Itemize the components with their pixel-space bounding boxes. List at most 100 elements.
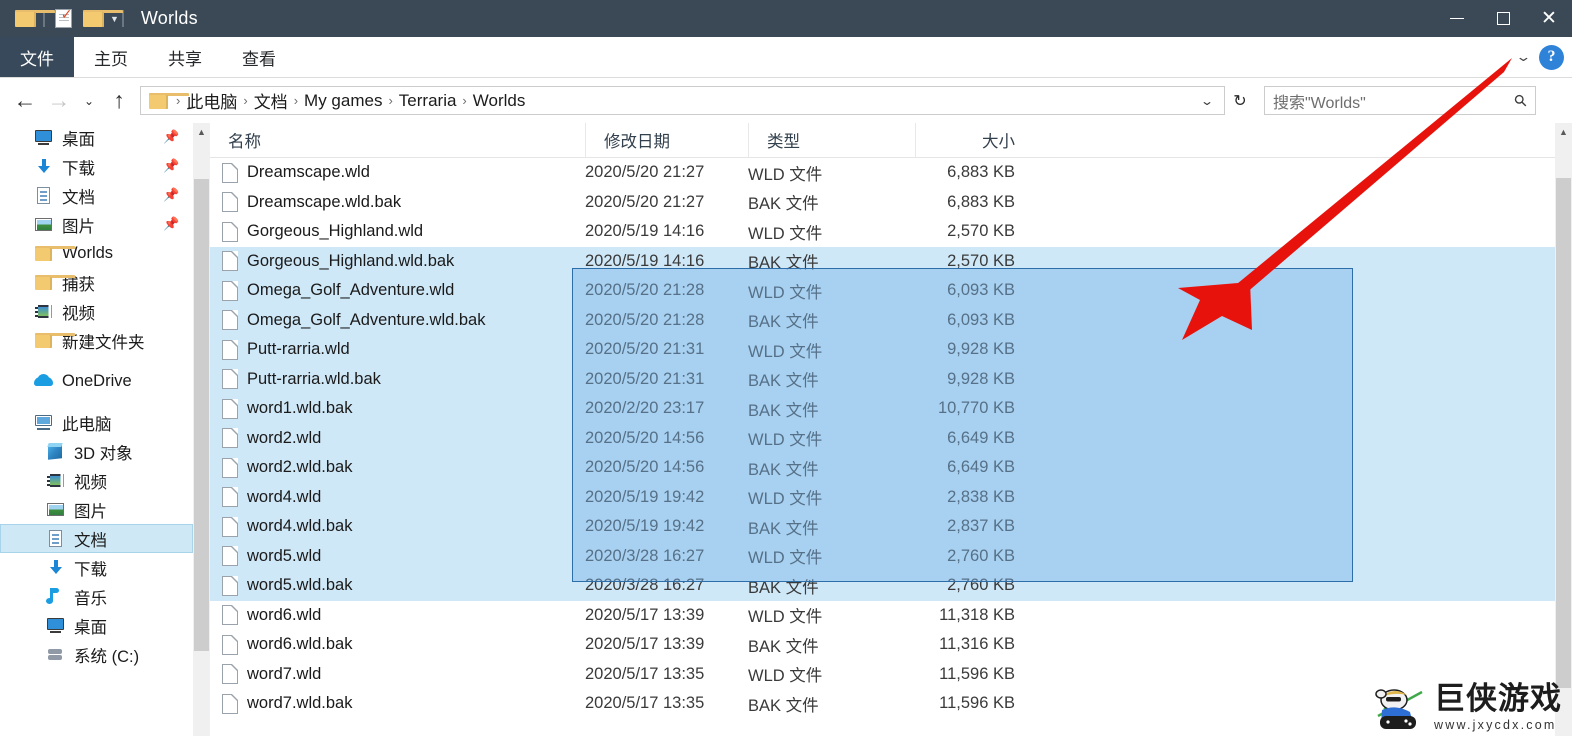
table-row[interactable]: word1.wld.bak 2020/2/20 23:17 BAK 文件 10,770… xyxy=(210,394,1555,424)
pin-icon[interactable]: 📌 xyxy=(163,159,179,173)
breadcrumb[interactable]: › 此电脑 › 文档 › My games › Terraria › World… xyxy=(140,86,1225,115)
file-explorer-window: ✓ ▼ Worlds ✕ 文件 主页 共享 查看 ⌄ ? ← → ⌄ ↑ › 此… xyxy=(0,0,1572,736)
tab-file[interactable]: 文件 xyxy=(0,37,74,77)
sidebar-item-downloads[interactable]: 下载 📌 xyxy=(0,152,193,181)
sidebar-item-videos-qa[interactable]: 视频 xyxy=(0,297,193,326)
sidebar-item-this-pc[interactable]: 此电脑 xyxy=(0,408,193,437)
file-type-cell: WLD 文件 xyxy=(748,608,823,627)
table-row[interactable]: word5.wld.bak 2020/3/28 16:27 BAK 文件 2,760 … xyxy=(210,571,1555,601)
table-row[interactable]: Gorgeous_Highland.wld 2020/5/19 14:16 WLD … xyxy=(210,217,1555,247)
breadcrumb-item-my-games[interactable]: My games xyxy=(300,91,386,111)
tab-share[interactable]: 共享 xyxy=(148,37,222,77)
sidebar-item-onedrive[interactable]: OneDrive xyxy=(0,367,193,396)
breadcrumb-separator-2[interactable]: › xyxy=(292,93,300,108)
breadcrumb-separator-4[interactable]: › xyxy=(460,93,468,108)
file-name-cell: Gorgeous_Highland.wld xyxy=(210,221,585,242)
sidebar-item-videos[interactable]: 视频 xyxy=(0,466,193,495)
chevron-up-icon-sidebar-scroll[interactable]: ▲ xyxy=(193,123,210,140)
maximize-button[interactable] xyxy=(1480,0,1526,37)
properties-icon[interactable]: ✓ xyxy=(48,4,78,34)
sidebar-item-new-folder[interactable]: 新建文件夹 xyxy=(0,326,193,355)
chevron-up-icon-list-scroll[interactable]: ▲ xyxy=(1555,123,1572,140)
minimize-button[interactable] xyxy=(1434,0,1480,37)
breadcrumb-item-worlds[interactable]: Worlds xyxy=(469,91,530,111)
file-date-cell: 2020/5/19 19:42 xyxy=(585,487,705,506)
sidebar-item-documents[interactable]: 文档 📌 xyxy=(0,181,193,210)
table-row[interactable]: word2.wld.bak 2020/5/20 14:56 BAK 文件 6,649 … xyxy=(210,453,1555,483)
up-button[interactable]: ↑ xyxy=(102,84,136,118)
table-row[interactable]: Putt-rarria.wld.bak 2020/5/20 21:31 BAK 文件… xyxy=(210,364,1555,394)
pin-icon[interactable]: 📌 xyxy=(163,188,179,202)
help-icon[interactable]: ? xyxy=(1539,44,1564,70)
file-type-cell: WLD 文件 xyxy=(748,224,823,243)
table-row[interactable]: word2.wld 2020/5/20 14:56 WLD 文件 6,649 KB xyxy=(210,423,1555,453)
table-row[interactable]: word7.wld 2020/5/17 13:35 WLD 文件 11,596 KB xyxy=(210,660,1555,690)
table-row[interactable]: word4.wld.bak 2020/5/19 19:42 BAK 文件 2,837 … xyxy=(210,512,1555,542)
chevron-down-icon-address[interactable]: ⌄ xyxy=(1189,94,1225,108)
file-name-label: Putt-rarria.wld.bak xyxy=(247,369,381,388)
table-row[interactable]: Omega_Golf_Adventure.wld 2020/5/20 21:28 W… xyxy=(210,276,1555,306)
column-header-type[interactable]: 类型 xyxy=(748,123,915,158)
sidebar-item-3d-objects[interactable]: 3D 对象 xyxy=(0,437,193,466)
breadcrumb-item-terraria[interactable]: Terraria xyxy=(395,91,461,111)
file-list-scrollbar[interactable]: ▲ xyxy=(1555,123,1572,736)
file-type-cell: BAK 文件 xyxy=(748,372,819,391)
close-button[interactable]: ✕ xyxy=(1526,0,1572,37)
new-folder-icon[interactable] xyxy=(78,4,123,34)
breadcrumb-separator-1[interactable]: › xyxy=(241,93,249,108)
file-icon xyxy=(222,310,238,331)
sidebar-item-capture[interactable]: 捕获 xyxy=(0,268,193,297)
table-row[interactable]: Putt-rarria.wld 2020/5/20 21:31 WLD 文件 9,92… xyxy=(210,335,1555,365)
tab-home[interactable]: 主页 xyxy=(74,37,148,77)
table-row[interactable]: word4.wld 2020/5/19 19:42 WLD 文件 2,838 KB xyxy=(210,482,1555,512)
file-name-cell: word1.wld.bak xyxy=(210,398,585,419)
pin-icon[interactable]: 📌 xyxy=(163,217,179,231)
forward-button[interactable]: → xyxy=(42,84,76,118)
column-header-date[interactable]: 修改日期 xyxy=(585,123,748,158)
table-row[interactable]: word5.wld 2020/3/28 16:27 WLD 文件 2,760 KB xyxy=(210,541,1555,571)
sidebar-item-label: 图片 xyxy=(74,502,107,521)
search-input[interactable]: 搜索"Worlds" ⚲ xyxy=(1264,86,1536,115)
table-row[interactable]: word7.wld.bak 2020/5/17 13:35 BAK 文件 11,596… xyxy=(210,689,1555,719)
chevron-down-icon-ribbon[interactable]: ⌄ xyxy=(1515,49,1531,65)
file-icon xyxy=(222,280,238,301)
file-icon xyxy=(222,664,238,685)
file-size-cell: 11,596 KB xyxy=(939,664,1015,683)
file-list-scrollbar-thumb[interactable] xyxy=(1556,178,1571,688)
sidebar-item-pictures-pc[interactable]: 图片 xyxy=(0,495,193,524)
tab-view[interactable]: 查看 xyxy=(222,37,296,77)
folder-icon[interactable] xyxy=(10,4,55,34)
table-row[interactable]: word6.wld.bak 2020/5/17 13:39 BAK 文件 11,316… xyxy=(210,630,1555,660)
refresh-icon[interactable]: ↻ xyxy=(1227,86,1253,115)
sidebar-item-documents-pc[interactable]: 文档 xyxy=(0,524,193,553)
sidebar-item-system-drive[interactable]: 系统 (C:) xyxy=(0,640,193,669)
sidebar-item-downloads-pc[interactable]: 下载 xyxy=(0,553,193,582)
table-row[interactable]: Gorgeous_Highland.wld.bak 2020/5/19 14:16… xyxy=(210,246,1555,276)
table-row[interactable]: Omega_Golf_Adventure.wld.bak 2020/5/20 21… xyxy=(210,305,1555,335)
column-header-size[interactable]: 大小 xyxy=(915,123,1025,158)
sidebar-item-desktop-pc[interactable]: 桌面 xyxy=(0,611,193,640)
breadcrumb-item-this-pc[interactable]: 此电脑 xyxy=(182,88,241,113)
file-date-cell: 2020/5/19 14:16 xyxy=(585,222,705,241)
sidebar-item-label: 此电脑 xyxy=(62,415,112,434)
table-row[interactable]: Dreamscape.wld.bak 2020/5/20 21:27 BAK 文件 6… xyxy=(210,188,1555,218)
breadcrumb-item-documents[interactable]: 文档 xyxy=(250,88,292,113)
breadcrumb-separator-3[interactable]: › xyxy=(386,93,394,108)
sidebar-scrollbar[interactable]: ▲ xyxy=(193,123,210,736)
sidebar-scrollbar-thumb[interactable] xyxy=(194,179,209,651)
sidebar-item-worlds[interactable]: Worlds xyxy=(0,239,193,268)
chevron-down-icon[interactable]: ▼ xyxy=(110,14,119,24)
back-button[interactable]: ← xyxy=(8,84,42,118)
pin-icon[interactable]: 📌 xyxy=(163,130,179,144)
table-row[interactable]: Dreamscape.wld 2020/5/20 21:27 WLD 文件 6,883… xyxy=(210,158,1555,188)
sidebar-item-pictures[interactable]: 图片 📌 xyxy=(0,210,193,239)
file-type-cell: WLD 文件 xyxy=(748,549,823,568)
sidebar-item-music[interactable]: 音乐 xyxy=(0,582,193,611)
sidebar-item-desktop[interactable]: 桌面 📌 xyxy=(0,123,193,152)
file-date-cell: 2020/3/28 16:27 xyxy=(585,576,705,595)
recent-locations-icon[interactable]: ⌄ xyxy=(76,84,102,118)
column-header-name[interactable]: 名称 ⌃ xyxy=(210,123,585,158)
column-header-row: 名称 ⌃ 修改日期 类型 大小 xyxy=(210,123,1555,158)
table-row[interactable]: word6.wld 2020/5/17 13:39 WLD 文件 11,318 KB xyxy=(210,601,1555,631)
watermark-title: 巨侠游戏 xyxy=(1434,681,1562,717)
